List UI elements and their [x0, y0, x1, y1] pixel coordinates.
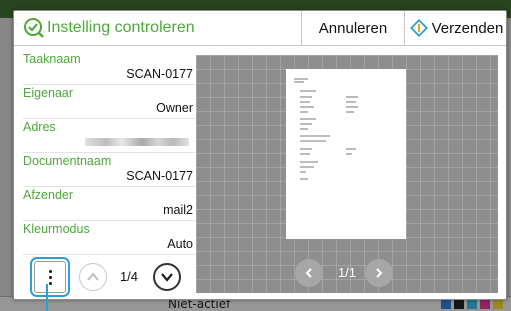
chevron-down-icon [161, 273, 173, 282]
magnifier-check-icon [24, 18, 44, 38]
info-page-indicator: 1/4 [119, 269, 139, 284]
preview-next-button[interactable] [365, 259, 393, 287]
field-value: Auto [167, 237, 193, 251]
field-label: Adres [23, 120, 56, 134]
send-button-label: Verzenden [431, 19, 504, 37]
document-preview-image [294, 78, 358, 180]
field-label: Taaknaam [23, 52, 81, 66]
field-value: Owner [156, 101, 193, 115]
dialog-header: Instelling controleren Annuleren Verzend… [14, 11, 506, 46]
vertical-dots-icon [48, 269, 52, 285]
scan-preview-area [196, 55, 498, 293]
chevron-right-icon [376, 268, 383, 278]
redacted-address [85, 138, 189, 146]
more-options-button[interactable] [30, 257, 70, 297]
chevron-up-icon [87, 272, 99, 281]
field-sender: Afzender mail2 [23, 187, 195, 221]
field-value: SCAN-0177 [126, 169, 193, 183]
info-up-button[interactable] [79, 263, 107, 291]
chevron-left-icon [305, 268, 312, 278]
check-settings-dialog: Instelling controleren Annuleren Verzend… [13, 10, 507, 300]
field-value: SCAN-0177 [126, 67, 193, 81]
cancel-button[interactable]: Annuleren [301, 11, 404, 45]
cancel-button-label: Annuleren [318, 19, 388, 37]
job-info-list: Taaknaam SCAN-0177 Eigenaar Owner Adres … [23, 51, 195, 255]
preview-page-thumbnail [286, 69, 406, 239]
send-button[interactable]: Verzenden [404, 11, 507, 45]
send-icon [409, 19, 428, 37]
field-label: Afzender [23, 188, 74, 202]
field-color-mode: Kleurmodus Auto [23, 221, 195, 255]
field-label: Eigenaar [23, 86, 74, 100]
dialog-title-text: Instelling controleren [47, 19, 195, 36]
field-label: Documentnaam [23, 154, 112, 168]
field-owner: Eigenaar Owner [23, 85, 195, 119]
preview-prev-button[interactable] [295, 259, 323, 287]
field-document-name: Documentnaam SCAN-0177 [23, 153, 195, 187]
callout-line [46, 284, 48, 311]
field-address: Adres [23, 119, 195, 153]
field-label: Kleurmodus [23, 222, 90, 236]
field-job-name: Taaknaam SCAN-0177 [23, 51, 195, 85]
info-down-button[interactable] [153, 263, 181, 291]
preview-page-indicator: 1/1 [337, 265, 357, 280]
dialog-title: Instelling controleren [23, 17, 195, 39]
field-value: mail2 [163, 203, 193, 217]
